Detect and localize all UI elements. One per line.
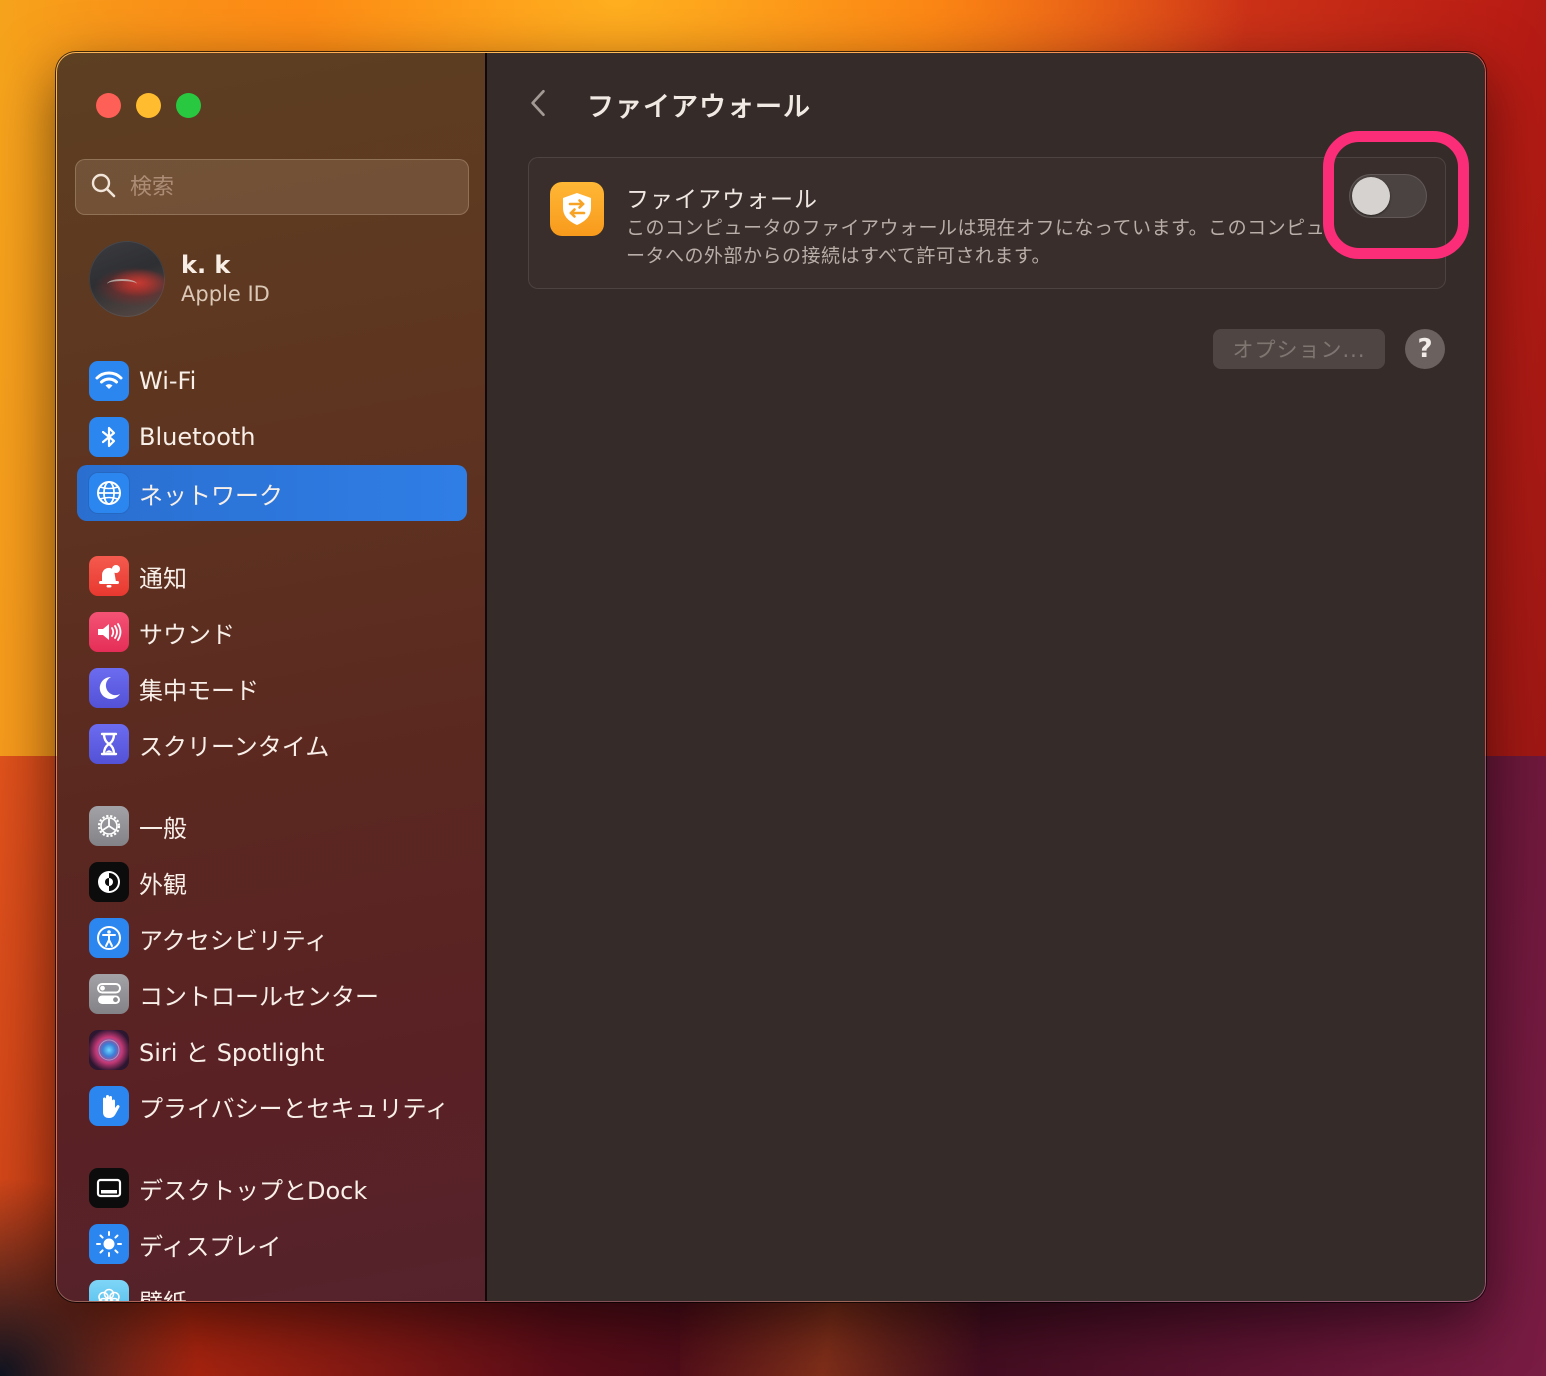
sidebar-item-control-center[interactable]: コントロールセンター [77, 966, 467, 1022]
wallpaper-icon [89, 1280, 129, 1301]
sidebar-item-wallpaper[interactable]: 壁紙 [77, 1272, 467, 1302]
sidebar-item-notifications[interactable]: 通知 [77, 548, 467, 604]
sun-icon [89, 1224, 129, 1264]
sidebar-item-network[interactable]: ネットワーク [77, 465, 467, 521]
sidebar-item-label: 外観 [139, 870, 187, 899]
sidebar-item-siri-spotlight[interactable]: Siri と Spotlight [77, 1022, 467, 1078]
sidebar-item-label: サウンド [139, 620, 235, 649]
system-settings-window: k. k Apple ID Wi-Fi Bluetooth [56, 52, 1486, 1302]
sidebar-item-general[interactable]: 一般 [77, 798, 467, 854]
window-controls [96, 93, 201, 118]
sidebar-item-desktop-dock[interactable]: デスクトップとDock [77, 1160, 467, 1216]
sidebar-item-focus[interactable]: 集中モード [77, 660, 467, 716]
search-input[interactable] [130, 174, 450, 200]
sidebar-item-label: 一般 [139, 814, 187, 843]
sidebar-item-wifi[interactable]: Wi-Fi [77, 353, 467, 409]
sidebar-item-label: アクセシビリティ [139, 926, 329, 955]
firewall-shield-icon [550, 182, 604, 236]
firewall-pane: ファイアウォール ファイアウォール このコンピュータのファイアウォールは現在オフ… [487, 53, 1485, 1301]
sidebar-item-privacy-security[interactable]: プライバシーとセキュリティ [77, 1078, 467, 1134]
speaker-icon [89, 612, 129, 652]
sidebar-item-sound[interactable]: サウンド [77, 604, 467, 660]
search-icon [90, 172, 116, 202]
sidebar-item-appearance[interactable]: 外観 [77, 854, 467, 910]
toggle-knob [1352, 177, 1390, 215]
sidebar-item-label: Bluetooth [139, 423, 256, 451]
hourglass-icon [89, 724, 129, 764]
sidebar-item-accessibility[interactable]: アクセシビリティ [77, 910, 467, 966]
chevron-left-icon [531, 89, 545, 117]
sidebar-item-label: ディスプレイ [139, 1232, 282, 1261]
siri-icon [89, 1030, 129, 1070]
bluetooth-icon [89, 417, 129, 457]
sidebar-item-label: コントロールセンター [139, 982, 379, 1011]
firewall-description: このコンピュータのファイアウォールは現在オフになっています。このコンピュータへの… [626, 217, 1326, 267]
sidebar-item-label: 集中モード [139, 676, 259, 705]
sidebar-item-label: スクリーンタイム [139, 732, 330, 761]
sidebar-item-label: ネットワーク [139, 481, 283, 510]
apple-id-account[interactable]: k. k Apple ID [89, 241, 270, 317]
bell-icon [89, 556, 129, 596]
firewall-setting-row: ファイアウォール このコンピュータのファイアウォールは現在オフになっています。こ… [528, 157, 1446, 289]
sidebar-item-label: デスクトップとDock [139, 1176, 368, 1205]
sidebar-item-label: 通知 [139, 564, 187, 593]
moon-icon [89, 668, 129, 708]
hand-icon [89, 1086, 129, 1126]
sidebar: k. k Apple ID Wi-Fi Bluetooth [57, 53, 487, 1301]
globe-icon [89, 473, 129, 513]
gear-icon [89, 806, 129, 846]
zoom-button[interactable] [176, 93, 201, 118]
sidebar-item-label: プライバシーとセキュリティ [139, 1094, 450, 1123]
firewall-title: ファイアウォール [626, 187, 818, 213]
back-button[interactable] [523, 83, 553, 123]
options-button[interactable]: オプション... [1213, 329, 1385, 369]
sidebar-item-screen-time[interactable]: スクリーンタイム [77, 716, 467, 772]
account-subtitle: Apple ID [181, 282, 270, 306]
avatar [89, 241, 165, 317]
account-name: k. k [181, 251, 231, 279]
close-button[interactable] [96, 93, 121, 118]
sidebar-item-displays[interactable]: ディスプレイ [77, 1216, 467, 1272]
control-center-icon [89, 974, 129, 1014]
firewall-toggle[interactable] [1349, 174, 1427, 218]
minimize-button[interactable] [136, 93, 161, 118]
appearance-icon [89, 862, 129, 902]
sidebar-item-bluetooth[interactable]: Bluetooth [77, 409, 467, 465]
search-field[interactable] [75, 159, 469, 215]
accessibility-icon [89, 918, 129, 958]
sidebar-item-label: Siri と Spotlight [139, 1038, 325, 1067]
sidebar-item-label: Wi-Fi [139, 367, 197, 395]
help-button[interactable]: ? [1405, 329, 1445, 369]
sidebar-item-label: 壁紙 [139, 1283, 187, 1302]
wifi-icon [89, 361, 129, 401]
dock-icon [89, 1168, 129, 1208]
page-title: ファイアウォール [587, 92, 811, 123]
